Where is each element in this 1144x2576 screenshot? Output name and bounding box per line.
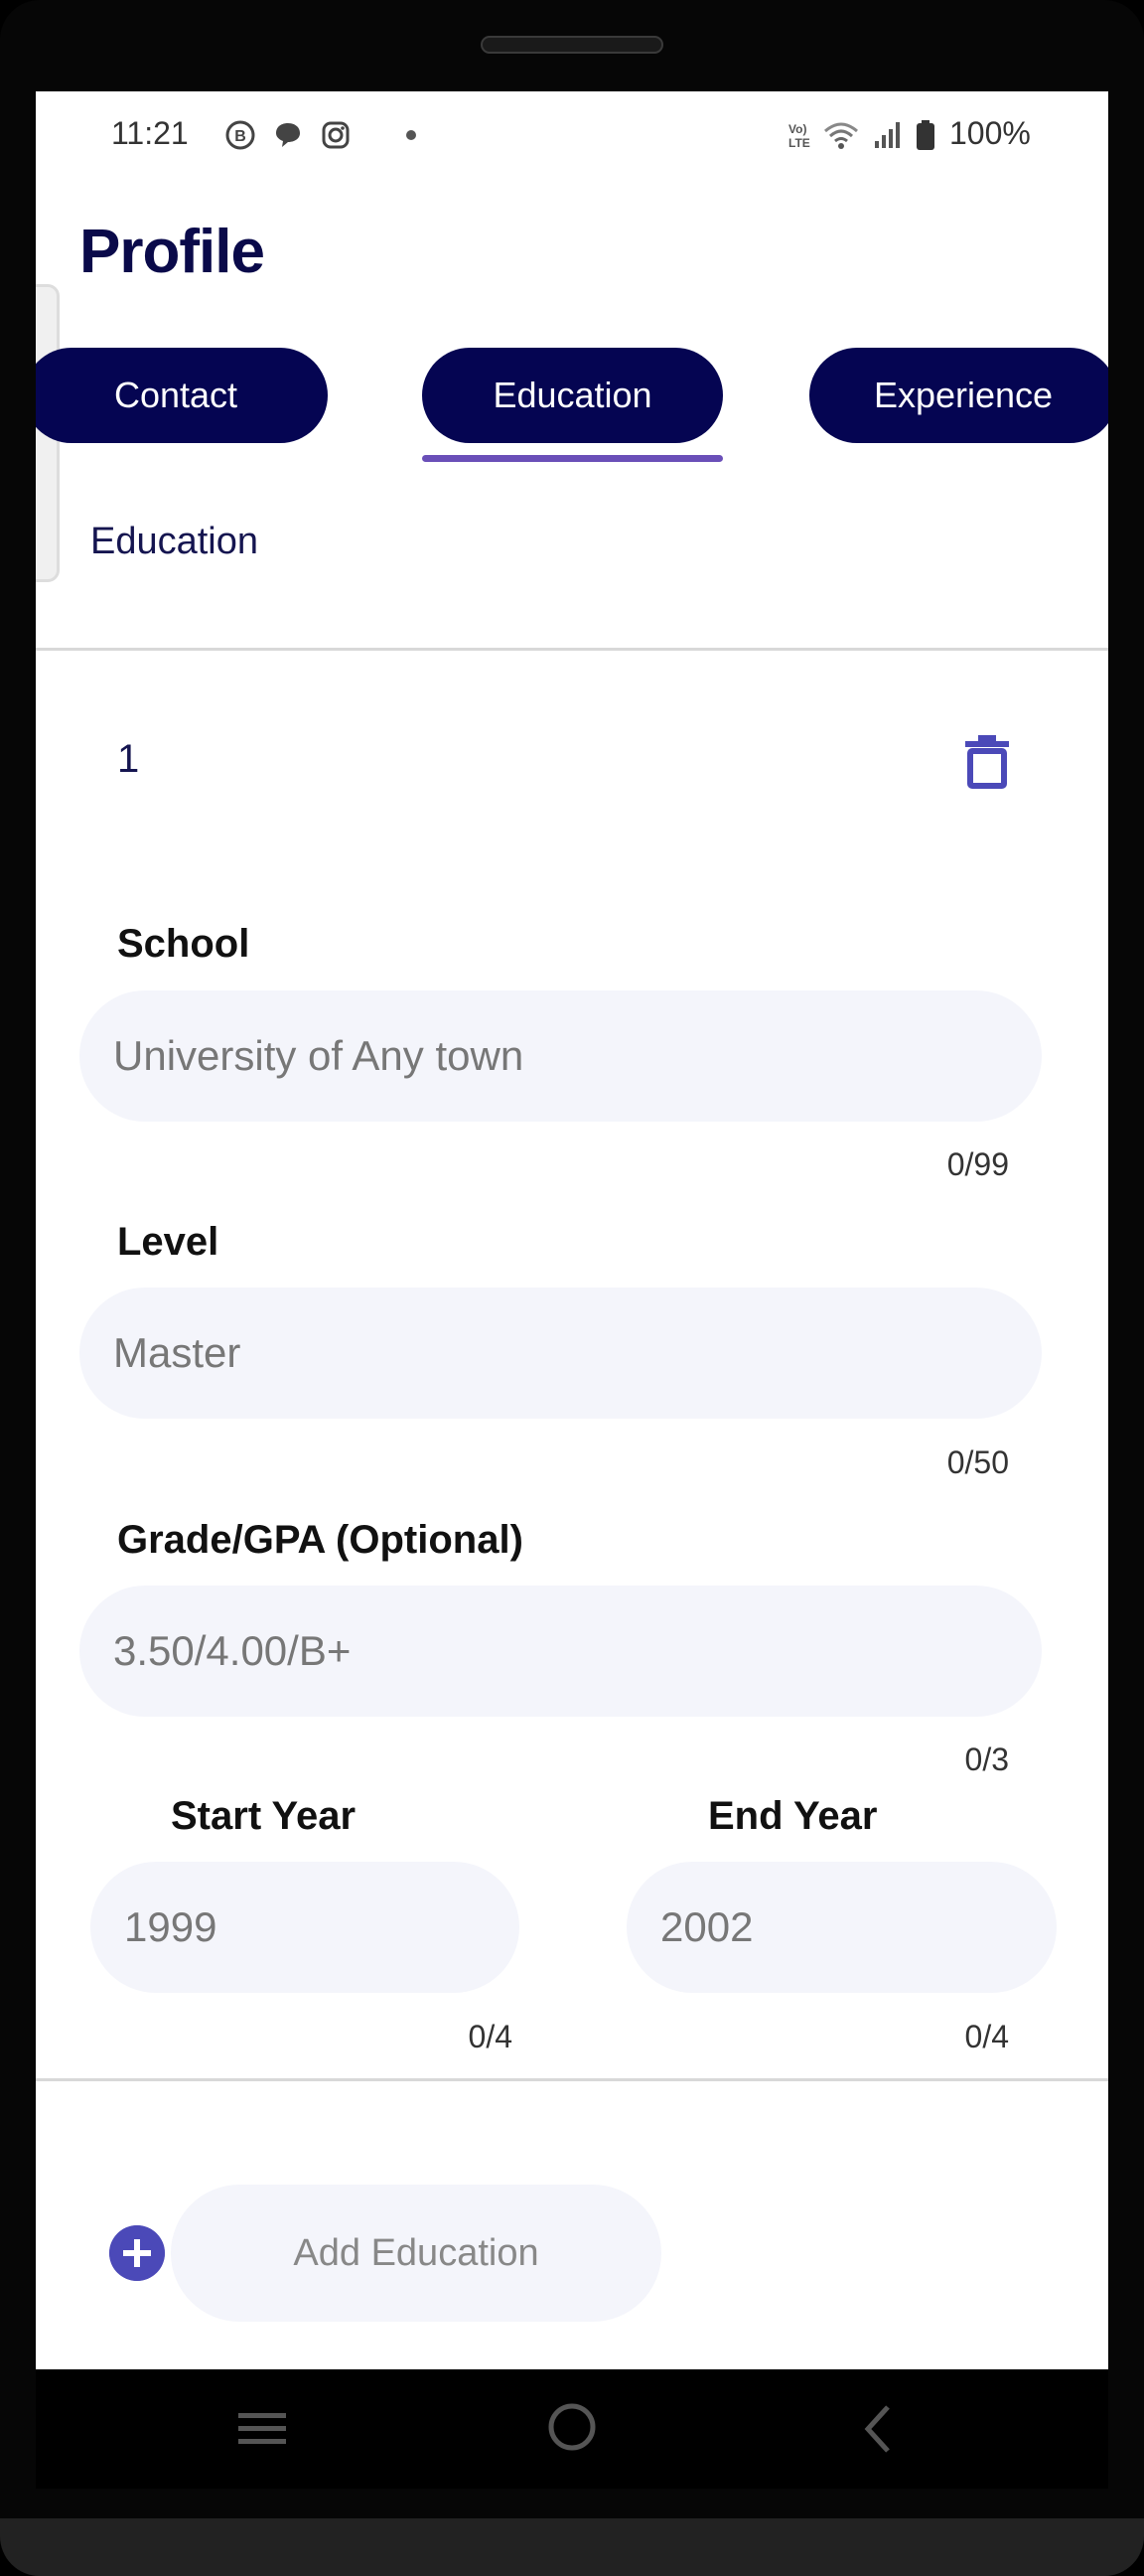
trash-icon[interactable]	[963, 733, 1011, 789]
instagram-icon	[322, 121, 350, 149]
speaker-grille	[481, 36, 663, 54]
school-counter: 0/99	[946, 1146, 1009, 1182]
school-input[interactable]	[79, 990, 1042, 1122]
battery-percent: 100%	[949, 115, 1031, 151]
system-nav-bar	[36, 2369, 1108, 2489]
device-bottom-bezel	[0, 2518, 1144, 2576]
section-label: Education	[90, 521, 259, 562]
level-label: Level	[117, 1220, 219, 1264]
tab-education[interactable]: Education	[422, 348, 723, 443]
end-year-counter: 0/4	[964, 2019, 1009, 2054]
svg-text:Vo): Vo)	[788, 122, 806, 136]
svg-text:LTE: LTE	[788, 136, 810, 150]
grade-label: Grade/GPA (Optional)	[117, 1518, 523, 1562]
level-counter: 0/50	[946, 1444, 1009, 1480]
home-icon[interactable]	[546, 2401, 598, 2453]
level-input[interactable]	[79, 1288, 1042, 1419]
b-circle-icon: B	[225, 120, 255, 150]
battery-icon	[917, 120, 934, 150]
end-year-input[interactable]	[627, 1862, 1057, 1993]
signal-icon	[875, 122, 900, 148]
status-bar: 11:21 B Vo) LTE 100%	[36, 91, 1108, 187]
app-screen: 11:21 B Vo) LTE 100% Profile Contact Edu…	[36, 91, 1108, 2369]
status-time: 11:21	[111, 115, 189, 151]
volte-icon: Vo) LTE	[788, 122, 810, 150]
back-icon[interactable]	[858, 2403, 898, 2455]
tab-indicator	[422, 455, 723, 462]
end-year-label: End Year	[708, 1794, 878, 1838]
divider	[36, 2078, 1108, 2081]
plus-icon[interactable]	[109, 2225, 165, 2281]
start-year-input[interactable]	[90, 1862, 519, 1993]
school-label: School	[117, 922, 250, 966]
entry-number: 1	[117, 737, 140, 781]
tab-experience[interactable]: Experience	[809, 348, 1108, 443]
grade-counter: 0/3	[964, 1742, 1009, 1777]
svg-text:B: B	[234, 128, 246, 145]
tab-contact[interactable]: Contact	[36, 348, 328, 443]
chat-bubble-icon	[276, 123, 300, 147]
start-year-label: Start Year	[171, 1794, 357, 1838]
grade-input[interactable]	[79, 1586, 1042, 1717]
wifi-icon	[824, 122, 858, 149]
start-year-counter: 0/4	[468, 2019, 512, 2054]
page-title: Profile	[79, 218, 265, 286]
menu-icon[interactable]	[236, 2407, 288, 2451]
add-education-button[interactable]: Add Education	[171, 2185, 661, 2322]
dot-icon	[406, 130, 416, 140]
divider	[36, 648, 1108, 651]
